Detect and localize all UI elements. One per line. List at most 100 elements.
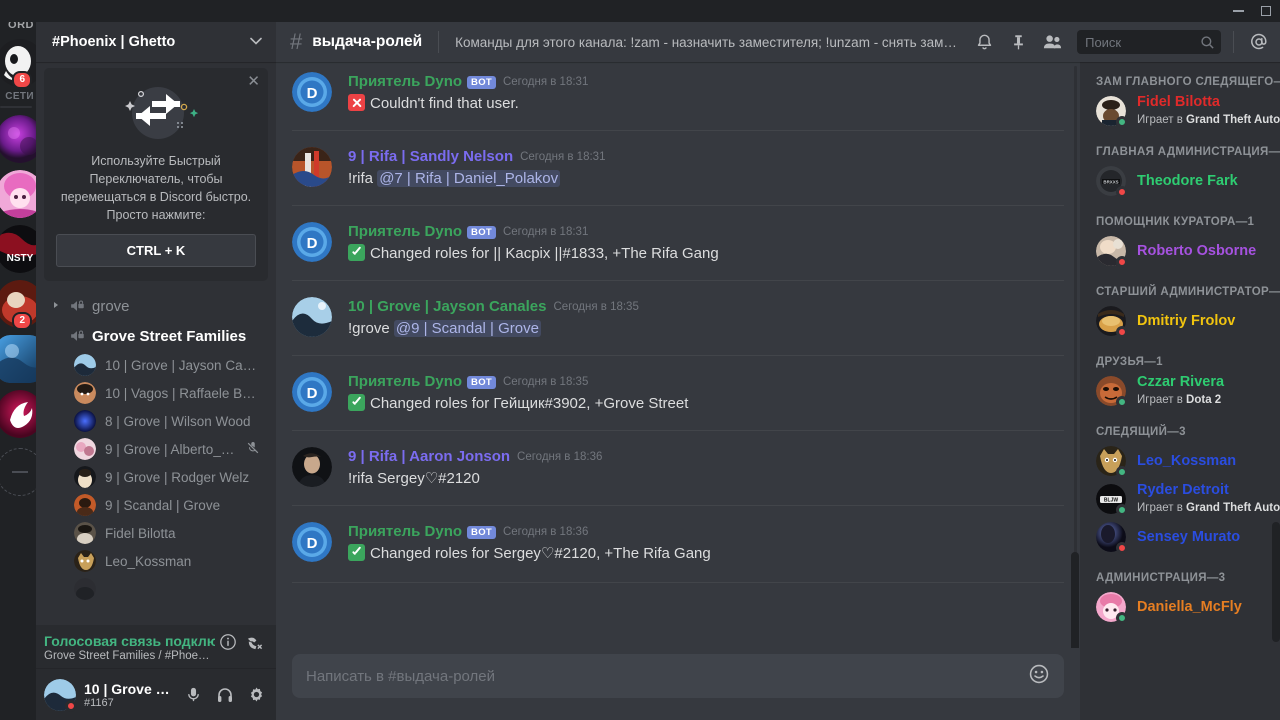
maximize-button[interactable]: [1252, 0, 1280, 22]
user-mention[interactable]: @9 | Scandal | Grove: [393, 320, 541, 337]
avatar: [74, 578, 96, 600]
user-mention[interactable]: @7 | Rifa | Daniel_Polakov: [377, 170, 561, 187]
channel-grove-label: grove: [92, 297, 130, 315]
status-dot-online: [1116, 504, 1128, 516]
channel-grove-street-families[interactable]: Grove Street Families: [44, 321, 268, 351]
search-box[interactable]: [1077, 30, 1222, 54]
voice-member[interactable]: 9 | Grove | Rodger Welz: [44, 463, 268, 491]
member-scrollbar-thumb[interactable]: [1272, 522, 1280, 642]
member-name: Dmitriy Frolov: [1137, 313, 1236, 329]
gear-icon[interactable]: [244, 682, 268, 708]
avatar[interactable]: D: [292, 72, 332, 112]
avatar[interactable]: [292, 147, 332, 187]
member-row[interactable]: Roberto Osborne: [1080, 232, 1280, 270]
pin-icon[interactable]: [1005, 29, 1031, 55]
member-row[interactable]: Dmitriy Frolov: [1080, 302, 1280, 340]
avatar[interactable]: [292, 297, 332, 337]
server-icon-blue[interactable]: [0, 335, 36, 383]
dms-badge: 6: [12, 71, 32, 89]
message-author[interactable]: Приятель Dyno: [348, 223, 462, 241]
channel-grove[interactable]: grove: [44, 291, 268, 321]
message-input-bar[interactable]: Написать в #выдача-ролей: [292, 654, 1064, 698]
quick-switcher-shortcut-button[interactable]: CTRL + K: [56, 234, 256, 267]
member-row[interactable]: BLJW Ryder Detroit Играет в Grand Theft …: [1080, 480, 1280, 518]
emoji-icon[interactable]: [1028, 663, 1050, 689]
voice-location: Grove Street Families / #Phoenix ...: [44, 650, 215, 662]
server-icon-purple[interactable]: [0, 115, 36, 163]
voice-member[interactable]: 10 | Grove | Jayson Canales: [44, 351, 268, 379]
member-name: Sensey Murato: [1137, 529, 1241, 545]
message-author[interactable]: 9 | Rifa | Aaron Jonson: [348, 448, 510, 466]
member-name: Leo_Kossman: [1137, 453, 1237, 469]
server-anime-avatar: [0, 170, 36, 218]
search-input[interactable]: [1085, 34, 1201, 50]
member-row[interactable]: Czzar Rivera Играет в Dota 2: [1080, 372, 1280, 410]
minimize-button[interactable]: [1224, 0, 1252, 22]
member-row[interactable]: Sensey Murato: [1080, 518, 1280, 556]
info-icon[interactable]: [215, 633, 241, 656]
status-dot-online: [1116, 116, 1128, 128]
server-icon-phoenix[interactable]: [0, 390, 36, 438]
message-author[interactable]: 10 | Grove | Jayson Canales: [348, 298, 547, 316]
voice-member-name: Fidel Bilotta: [105, 525, 176, 541]
voice-member[interactable]: Leo_Kossman: [44, 547, 268, 575]
cross-mark-emoji: [348, 94, 365, 111]
channel-topic[interactable]: Команды для этого канала: !zam - назначи…: [455, 35, 963, 50]
server-purple-avatar: [0, 115, 36, 163]
message-timestamp: Сегодня в 18:35: [502, 376, 589, 388]
avatar[interactable]: D: [292, 522, 332, 562]
server-icon-red[interactable]: 2: [0, 280, 36, 330]
voice-member[interactable]: 8 | Grove | Wilson Wood: [44, 407, 268, 435]
app-body: ORD 6 СЕТИ NSTY 2 #Phoenix | Ghetto ✕ Ис…: [0, 22, 1280, 720]
voice-member-partial[interactable]: [44, 575, 268, 603]
voice-member-name: 10 | Vagos | Raffaele Brown: [105, 385, 260, 401]
message-author[interactable]: Приятель Dyno: [348, 373, 462, 391]
member-list-scrollbar[interactable]: [1272, 62, 1280, 720]
member-row[interactable]: Daniella_McFly: [1080, 588, 1280, 626]
add-server-button[interactable]: [0, 448, 36, 496]
member-name: Czzar Rivera: [1137, 374, 1225, 390]
chat-column: D Приятель Dyno BOT Сегодня в 18:31 Coul…: [276, 62, 1080, 720]
avatar[interactable]: [44, 678, 77, 712]
message-author[interactable]: Приятель Dyno: [348, 73, 462, 91]
avatar[interactable]: D: [292, 372, 332, 412]
message-scrollbar[interactable]: [1071, 62, 1079, 648]
message-scroller[interactable]: D Приятель Dyno BOT Сегодня в 18:31 Coul…: [276, 62, 1080, 648]
headphones-icon[interactable]: [213, 682, 237, 708]
voice-member[interactable]: Fidel Bilotta: [44, 519, 268, 547]
voice-member[interactable]: 9 | Grove | Alberto_M...: [44, 435, 268, 463]
scrollbar-thumb[interactable]: [1071, 552, 1079, 648]
server-icon-nasty[interactable]: NSTY: [0, 225, 36, 273]
microphone-icon[interactable]: [181, 682, 205, 708]
message-body: Changed roles for Гейщик#3902, +Grove St…: [348, 393, 1064, 414]
mentions-icon[interactable]: [1246, 29, 1272, 55]
message-body: !rifa @7 | Rifa | Daniel_Polakov: [348, 168, 1064, 189]
disconnect-icon[interactable]: [241, 633, 268, 657]
avatar[interactable]: [292, 447, 332, 487]
server-nasty-avatar: NSTY: [0, 225, 36, 273]
voice-member[interactable]: 9 | Scandal | Grove: [44, 491, 268, 519]
server-icon-anime[interactable]: [0, 170, 36, 218]
guild-header[interactable]: #Phoenix | Ghetto: [36, 22, 276, 62]
message-author[interactable]: Приятель Dyno: [348, 523, 462, 541]
bell-icon[interactable]: [971, 29, 997, 55]
avatar: [1096, 592, 1128, 624]
check-mark-emoji: [348, 544, 365, 561]
member-row[interactable]: Leo_Kossman: [1080, 442, 1280, 480]
avatar: [1096, 306, 1128, 338]
status-dot-dnd: [65, 699, 77, 712]
members-icon[interactable]: [1039, 29, 1065, 55]
member-row[interactable]: Fidel Bilotta Играет в Grand Theft Auto …: [1080, 92, 1280, 130]
voice-member[interactable]: 10 | Vagos | Raffaele Brown: [44, 379, 268, 407]
message-author[interactable]: 9 | Rifa | Sandly Nelson: [348, 148, 513, 166]
current-user-name: 10 | Grove | J...: [84, 680, 174, 697]
server-icon-dms[interactable]: 6: [0, 39, 36, 89]
message-divider: [292, 430, 1064, 431]
message-input[interactable]: Написать в #выдача-ролей: [306, 668, 1028, 685]
header-divider-2: [1233, 31, 1234, 53]
message-text: !rifa: [348, 170, 378, 187]
message-text: Changed roles for Sergey♡#2120, +The Rif…: [370, 545, 711, 562]
message-text: !grove: [348, 320, 394, 337]
avatar[interactable]: D: [292, 222, 332, 262]
member-row[interactable]: BRXXS Theodore Fark: [1080, 162, 1280, 200]
